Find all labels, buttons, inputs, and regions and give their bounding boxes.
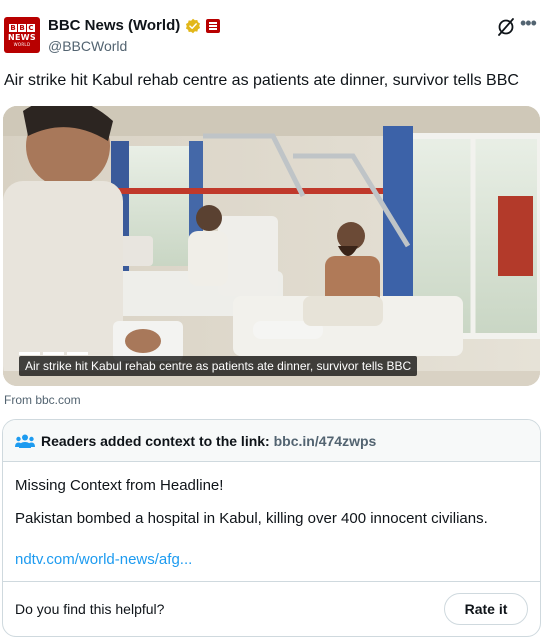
media-caption: Air strike hit Kabul rehab centre as pat… bbox=[19, 352, 418, 376]
community-note-body: Missing Context from Headline! Pakistan … bbox=[15, 476, 488, 542]
rate-it-button[interactable]: Rate it bbox=[444, 593, 528, 625]
hospital-photo bbox=[3, 106, 540, 386]
gold-check-icon[interactable] bbox=[185, 18, 201, 34]
bbc-logo-blocks: B B C bbox=[9, 23, 35, 32]
user-handle[interactable]: @BBCWorld bbox=[48, 38, 127, 54]
community-note: Readers added context to the link: bbc.i… bbox=[2, 419, 541, 637]
bbc-affiliate-icon[interactable] bbox=[206, 18, 221, 33]
link-card-image[interactable]: Air strike hit Kabul rehab centre as pat… bbox=[3, 106, 540, 386]
link-source[interactable]: From bbc.com bbox=[4, 393, 81, 407]
community-note-header: Readers added context to the link: bbc.i… bbox=[3, 420, 540, 462]
media-caption-text: Air strike hit Kabul rehab centre as pat… bbox=[25, 359, 412, 373]
name-row: BBC News (World) bbox=[48, 17, 221, 34]
community-note-title-text: Readers added context to the link: bbox=[41, 433, 270, 449]
community-note-source-link[interactable]: ndtv.com/world-news/afg... bbox=[15, 551, 192, 568]
bbc-logo-letter: B bbox=[9, 23, 17, 32]
bbc-avatar[interactable]: B B C NEWS WORLD bbox=[4, 17, 40, 53]
bbc-logo-letter: C bbox=[27, 23, 35, 32]
bbc-logo-news: NEWS bbox=[8, 32, 36, 42]
community-note-title-link[interactable]: bbc.in/474zwps bbox=[274, 433, 377, 449]
community-note-line-1: Missing Context from Headline! bbox=[15, 477, 224, 494]
people-icon bbox=[15, 434, 35, 448]
grok-icon[interactable] bbox=[495, 16, 517, 38]
bbc-caption-bars bbox=[19, 352, 88, 355]
community-note-title: Readers added context to the link: bbc.i… bbox=[41, 433, 376, 449]
post-header: B B C NEWS WORLD BBC News (World) @BBCWo… bbox=[0, 0, 544, 64]
display-name[interactable]: BBC News (World) bbox=[48, 17, 180, 34]
more-icon[interactable]: ••• bbox=[520, 14, 540, 34]
community-note-line-2: Pakistan bombed a hospital in Kabul, kil… bbox=[15, 510, 488, 527]
bbc-logo-letter: B bbox=[18, 23, 26, 32]
bbc-logo-world: WORLD bbox=[13, 41, 31, 47]
helpful-question: Do you find this helpful? bbox=[15, 601, 165, 617]
tweet-text: Air strike hit Kabul rehab centre as pat… bbox=[4, 72, 519, 89]
community-note-footer: Do you find this helpful? Rate it bbox=[3, 581, 540, 636]
